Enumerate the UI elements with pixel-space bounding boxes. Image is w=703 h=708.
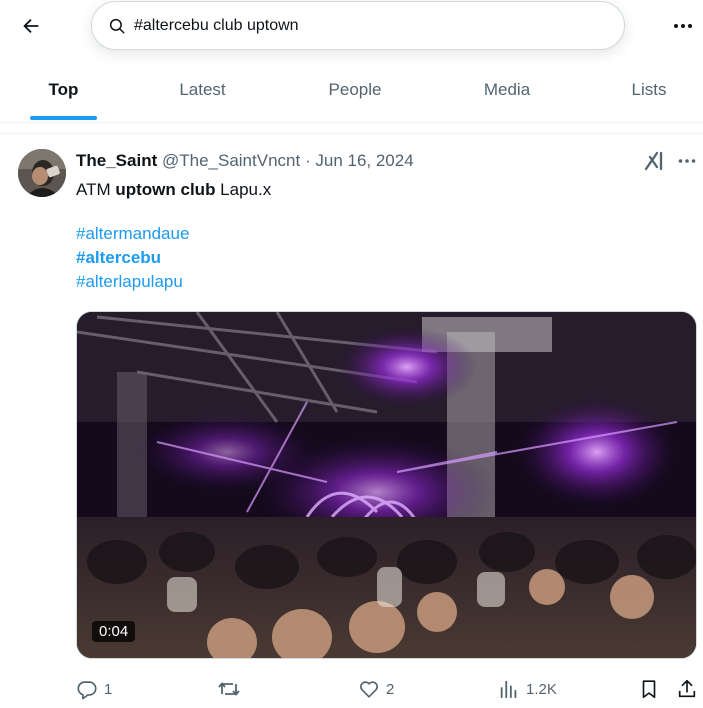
grok-icon [642,151,668,178]
tab-media[interactable]: Media [455,58,559,122]
more-horizontal-icon [673,23,693,29]
more-horizontal-icon [678,158,696,164]
arrow-left-icon [20,15,42,37]
video-player[interactable]: 0:04 [76,311,697,659]
search-tabs: Top Latest People Media Lists [0,58,703,123]
share-icon [676,678,698,700]
like-button[interactable]: 2 [358,676,394,702]
video-frame [77,312,696,658]
repost-icon [217,678,241,700]
tab-top[interactable]: Top [18,58,109,122]
video-duration: 0:04 [92,621,136,642]
hashtag-link[interactable]: #altercebu [76,248,161,268]
tweet-header: The_Saint @The_SaintVncnt · Jun 16, 2024 [76,151,414,171]
search-box[interactable] [91,1,625,50]
tweet-more-button[interactable] [672,148,702,174]
views-button[interactable]: 1.2K [498,676,557,702]
separator-dot: · [304,151,311,170]
tweet-text-bold: uptown club [115,180,216,199]
display-name[interactable]: The_Saint [76,151,157,170]
top-bar [0,0,703,52]
hashtag-link[interactable]: #alterlapulapu [76,272,183,292]
tweet-text-post: Lapu.x [215,180,272,199]
reply-icon [76,678,98,700]
back-button[interactable] [14,9,48,43]
hashtag-link[interactable]: #altermandaue [76,224,189,244]
tweet-date[interactable]: Jun 16, 2024 [315,151,413,170]
views-icon [498,678,520,700]
bookmark-icon [638,678,660,700]
search-input[interactable] [132,15,616,36]
active-tab-indicator [30,116,97,120]
tab-people[interactable]: People [300,58,410,122]
share-button[interactable] [676,676,698,702]
user-handle[interactable]: @The_SaintVncnt [162,151,300,170]
grok-button[interactable] [642,148,668,174]
like-count: 2 [386,680,395,698]
search-icon [108,17,126,35]
reply-count: 1 [104,680,113,698]
reply-button[interactable]: 1 [76,676,112,702]
tweet-actions: 1 2 1.2K [0,672,703,706]
tab-lists[interactable]: Lists [600,58,698,122]
view-count: 1.2K [526,680,557,698]
tweet-text-pre: ATM [76,180,116,199]
more-options-button[interactable] [666,9,700,43]
tweet-text: ATM uptown club Lapu.x [76,178,686,202]
repost-button[interactable] [217,676,247,702]
avatar[interactable] [18,149,66,197]
heart-icon [358,678,380,700]
tweet[interactable]: The_Saint @The_SaintVncnt · Jun 16, 2024… [0,133,703,708]
tab-latest[interactable]: Latest [150,58,255,122]
bookmark-button[interactable] [638,676,660,702]
